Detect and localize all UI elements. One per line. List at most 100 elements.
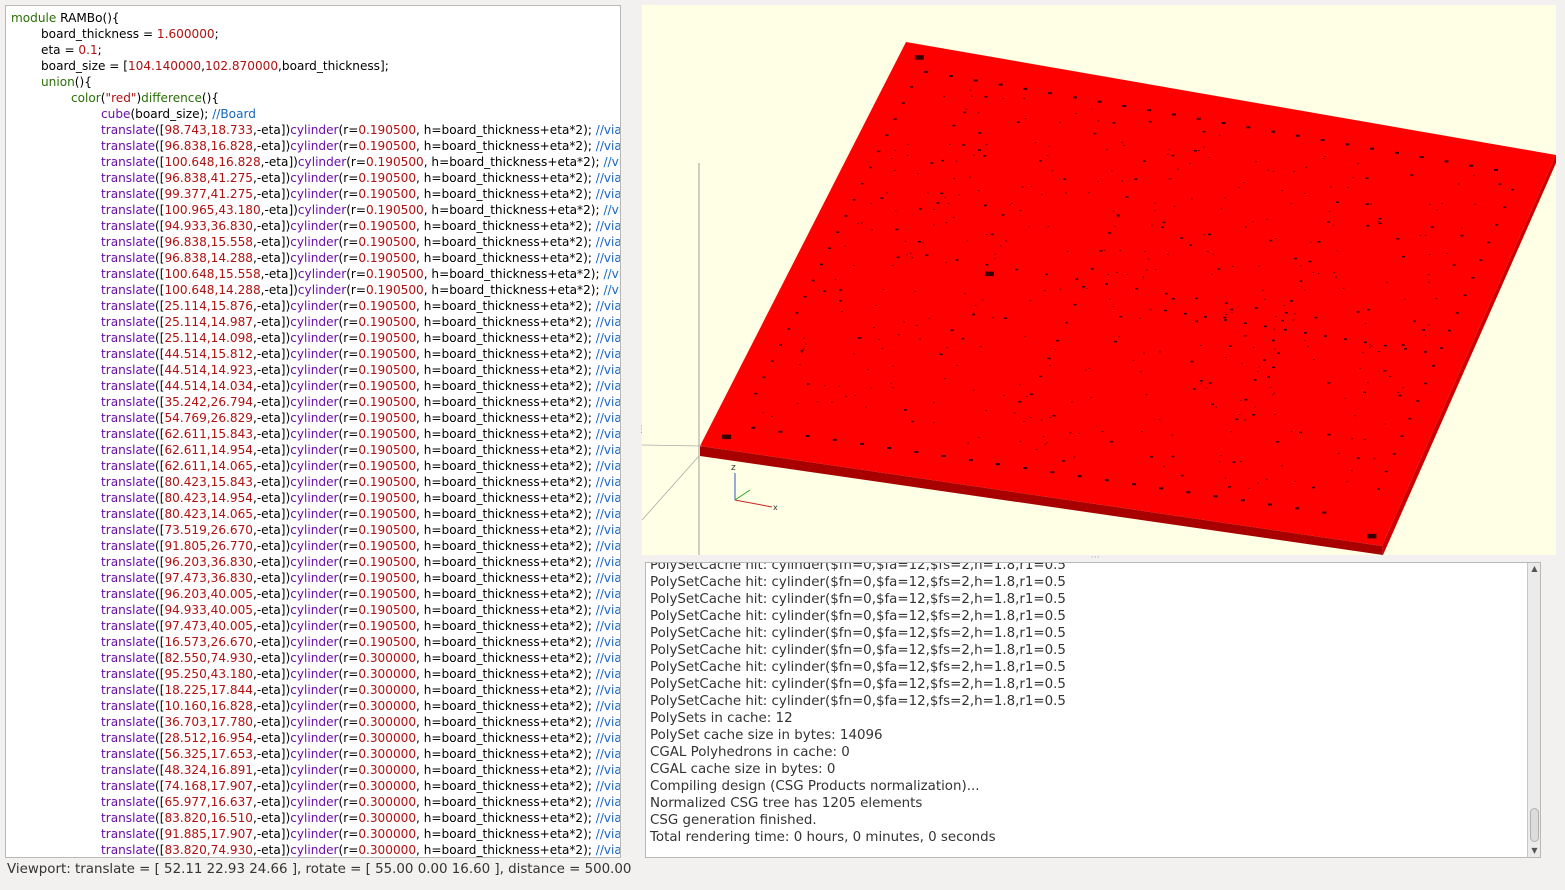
via-hole (1018, 401, 1022, 403)
via-hole (1140, 371, 1142, 373)
code-line-via[interactable]: translate([96.838,16.828,-eta])cylinder(… (11, 138, 620, 154)
via-hole (974, 304, 977, 306)
code-line-via[interactable]: translate([83.820,16.510,-eta])cylinder(… (11, 810, 620, 826)
via-hole (803, 295, 807, 298)
code-line-via[interactable]: translate([99.377,41.275,-eta])cylinder(… (11, 186, 620, 202)
code-line-via[interactable]: translate([10.160,16.828,-eta])cylinder(… (11, 698, 620, 714)
console-output[interactable]: PolySetCache hit: cylinder($fn=0,$fa=12,… (645, 562, 1541, 858)
code-line-via[interactable]: translate([95.250,43.180,-eta])cylinder(… (11, 666, 620, 682)
code-line-via[interactable]: translate([94.933,36.830,-eta])cylinder(… (11, 218, 620, 234)
code-line-via[interactable]: translate([65.977,16.637,-eta])cylinder(… (11, 794, 620, 810)
via-hole (805, 434, 810, 437)
via-hole (1344, 397, 1347, 399)
via-hole (1474, 203, 1476, 205)
via-hole (1304, 193, 1306, 194)
code-line-via[interactable]: translate([91.805,26.770,-eta])cylinder(… (11, 538, 620, 554)
code-line-via[interactable]: translate([44.514,15.812,-eta])cylinder(… (11, 346, 620, 362)
code-text[interactable]: module RAMBo(){board_thickness = 1.60000… (11, 10, 620, 857)
code-line-via[interactable]: translate([100.648,16.828,-eta])cylinder… (11, 154, 620, 170)
code-line-via[interactable]: translate([100.648,14.288,-eta])cylinder… (11, 282, 620, 298)
via-hole (996, 463, 1000, 466)
code-line-via[interactable]: translate([100.965,43.180,-eta])cylinder… (11, 202, 620, 218)
code-line-via[interactable]: translate([35.242,26.794,-eta])cylinder(… (11, 394, 620, 410)
code-line[interactable]: union(){ (11, 74, 620, 90)
code-line-via[interactable]: translate([82.550,74.930,-eta])cylinder(… (11, 650, 620, 666)
code-line-via[interactable]: translate([96.838,15.558,-eta])cylinder(… (11, 234, 620, 250)
code-line-via[interactable]: translate([94.933,40.005,-eta])cylinder(… (11, 602, 620, 618)
via-hole (762, 376, 766, 379)
code-line-via[interactable]: translate([18.225,17.844,-eta])cylinder(… (11, 682, 620, 698)
code-line[interactable]: cube(board_size); //Board (11, 106, 620, 122)
via-hole (1230, 308, 1234, 311)
via-hole (1199, 380, 1203, 382)
via-hole (1347, 186, 1349, 188)
code-line[interactable]: module RAMBo(){ (11, 10, 620, 26)
via-hole (985, 271, 994, 277)
via-hole (1284, 328, 1287, 331)
code-line-via[interactable]: translate([80.423,14.065,-eta])cylinder(… (11, 506, 620, 522)
scroll-down-icon[interactable]: ▼ (1528, 845, 1540, 857)
code-line-via[interactable]: translate([91.885,17.907,-eta])cylinder(… (11, 826, 620, 842)
console-line: Total rendering time: 0 hours, 0 minutes… (650, 830, 996, 845)
code-line-via[interactable]: translate([73.519,26.670,-eta])cylinder(… (11, 522, 620, 538)
via-hole (1005, 240, 1007, 242)
code-line-via[interactable]: translate([96.838,41.275,-eta])cylinder(… (11, 170, 620, 186)
code-line-via[interactable]: translate([16.573,26.670,-eta])cylinder(… (11, 634, 620, 650)
code-line-via[interactable]: translate([80.423,15.843,-eta])cylinder(… (11, 474, 620, 490)
code-line-via[interactable]: translate([56.325,17.653,-eta])cylinder(… (11, 746, 620, 762)
code-line-via[interactable]: translate([97.473,36.830,-eta])cylinder(… (11, 570, 620, 586)
code-line-via[interactable]: translate([80.423,14.954,-eta])cylinder(… (11, 490, 620, 506)
console-line: Compiling design (CSG Products normaliza… (650, 779, 980, 794)
code-line-via[interactable]: translate([100.648,15.558,-eta])cylinder… (11, 266, 620, 282)
code-line-via[interactable]: translate([98.743,18.733,-eta])cylinder(… (11, 122, 620, 138)
code-line-via[interactable]: translate([48.324,16.891,-eta])cylinder(… (11, 762, 620, 778)
code-line[interactable]: eta = 0.1; (11, 42, 620, 58)
via-hole (1367, 308, 1371, 311)
code-editor[interactable]: module RAMBo(){board_thickness = 1.60000… (5, 5, 621, 858)
via-hole (1272, 170, 1275, 172)
code-line-via[interactable]: translate([28.512,16.954,-eta])cylinder(… (11, 730, 620, 746)
via-hole (1460, 227, 1463, 229)
via-hole (1147, 258, 1150, 260)
code-line[interactable]: board_size = [104.140000,102.870000,boar… (11, 58, 620, 74)
code-line-via[interactable]: translate([62.611,15.843,-eta])cylinder(… (11, 426, 620, 442)
via-hole (1337, 453, 1340, 454)
code-line-via[interactable]: translate([36.703,17.780,-eta])cylinder(… (11, 714, 620, 730)
3d-viewport[interactable]: z x (642, 5, 1556, 555)
via-hole (1078, 433, 1081, 434)
splitter-handle-horizontal[interactable]: ⋮ (1090, 553, 1100, 562)
via-hole (885, 134, 889, 136)
console-line: PolySetCache hit: cylinder($fn=0,$fa=12,… (650, 626, 1066, 641)
code-line-via[interactable]: translate([54.769,26.829,-eta])cylinder(… (11, 410, 620, 426)
console-line: CSG generation finished. (650, 813, 817, 828)
via-hole (918, 208, 922, 210)
via-hole (1272, 366, 1276, 369)
code-line-via[interactable]: translate([62.611,14.065,-eta])cylinder(… (11, 458, 620, 474)
via-hole (983, 155, 987, 157)
code-line-via[interactable]: translate([83.820,74.930,-eta])cylinder(… (11, 842, 620, 857)
via-hole (795, 312, 799, 314)
code-line-via[interactable]: translate([96.203,40.005,-eta])cylinder(… (11, 586, 620, 602)
via-hole (787, 328, 791, 330)
code-line-via[interactable]: translate([97.473,40.005,-eta])cylinder(… (11, 618, 620, 634)
via-hole (1158, 418, 1161, 420)
code-line-via[interactable]: translate([25.114,15.876,-eta])cylinder(… (11, 298, 620, 314)
code-line-via[interactable]: translate([25.114,14.987,-eta])cylinder(… (11, 314, 620, 330)
code-line-via[interactable]: translate([44.514,14.034,-eta])cylinder(… (11, 378, 620, 394)
via-hole (799, 364, 801, 366)
code-line-via[interactable]: translate([62.611,14.954,-eta])cylinder(… (11, 442, 620, 458)
code-line-via[interactable]: translate([25.114,14.098,-eta])cylinder(… (11, 330, 620, 346)
via-hole (1460, 234, 1464, 237)
code-line[interactable]: board_thickness = 1.600000; (11, 26, 620, 42)
code-line[interactable]: color("red")difference(){ (11, 90, 620, 106)
via-hole (878, 339, 880, 340)
via-hole (972, 389, 975, 391)
code-line-via[interactable]: translate([44.514,14.923,-eta])cylinder(… (11, 362, 620, 378)
code-line-via[interactable]: translate([96.203,36.830,-eta])cylinder(… (11, 554, 620, 570)
scroll-up-icon[interactable]: ▲ (1528, 563, 1540, 575)
code-line-via[interactable]: translate([96.838,14.288,-eta])cylinder(… (11, 250, 620, 266)
via-hole (1084, 369, 1087, 371)
code-line-via[interactable]: translate([74.168,17.907,-eta])cylinder(… (11, 778, 620, 794)
scrollbar-thumb[interactable] (1530, 808, 1539, 842)
console-scrollbar[interactable]: ▲ ▼ (1527, 563, 1540, 857)
